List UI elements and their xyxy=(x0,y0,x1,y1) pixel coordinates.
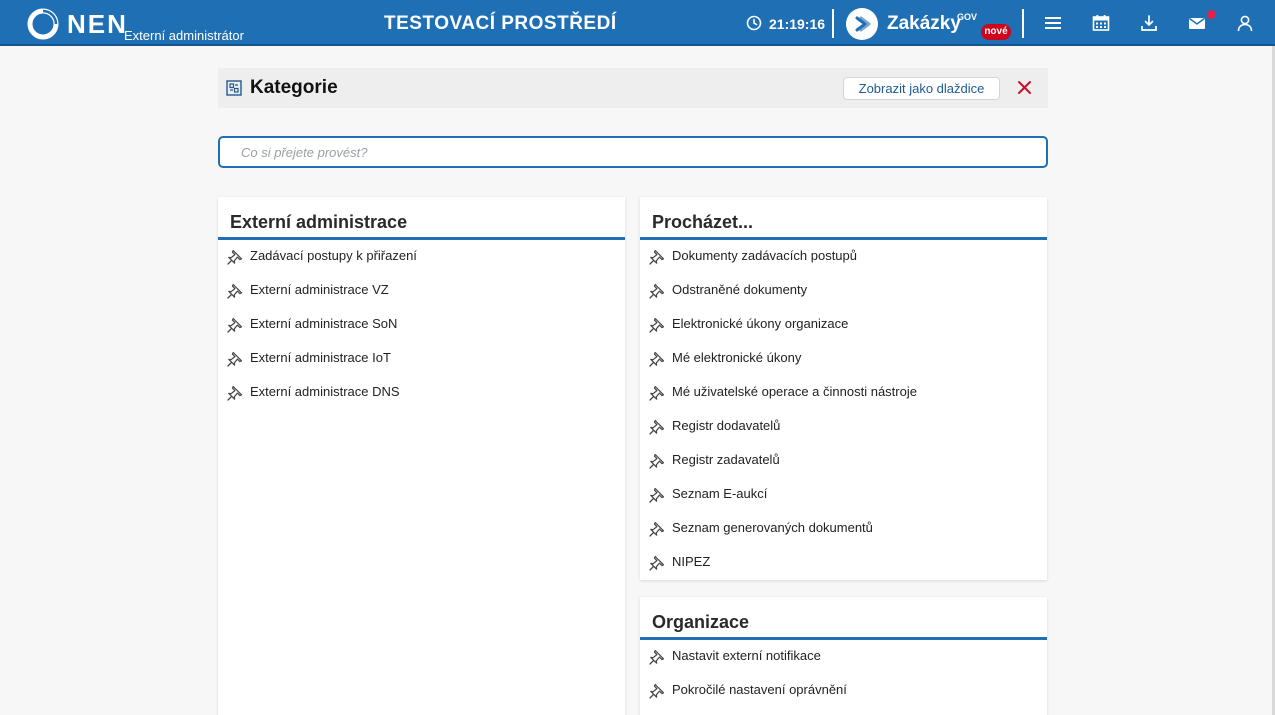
list-item[interactable]: Elektronické úkony organizace xyxy=(640,309,1047,339)
pin-icon[interactable] xyxy=(227,351,243,367)
list-item-label: Nastavit externí notifikace xyxy=(672,648,821,663)
list-item-label: Registr zadavatelů xyxy=(672,452,780,467)
list-item-label: Elektronické úkony organizace xyxy=(672,316,849,331)
pin-icon[interactable] xyxy=(649,317,665,333)
list-item-label: Seznam E-aukcí xyxy=(672,486,768,501)
section-title: Externí administrace xyxy=(230,212,408,232)
mail-icon[interactable] xyxy=(1188,14,1206,32)
list-item-label: Pokročilé nastavení oprávnění xyxy=(672,682,847,697)
pin-icon[interactable] xyxy=(649,683,665,699)
pin-icon[interactable] xyxy=(649,487,665,503)
list-item[interactable]: Odstraněné dokumenty xyxy=(640,275,1047,305)
list-item-label: Odstraněné dokumenty xyxy=(672,282,808,297)
category-icon xyxy=(226,80,242,96)
list-item-label: Externí administrace DNS xyxy=(250,384,400,399)
list-item[interactable]: Seznam E-aukcí xyxy=(640,479,1047,509)
section-title: Organizace xyxy=(652,612,750,632)
pin-icon[interactable] xyxy=(649,521,665,537)
page-header: Kategorie Zobrazit jako dlaždice xyxy=(218,68,1048,108)
environment-label: TESTOVACÍ PROSTŘEDÍ xyxy=(384,13,617,34)
list-item[interactable]: NIPEZ xyxy=(640,547,1047,577)
list-item-label: Externí administrace VZ xyxy=(250,282,389,297)
list-item[interactable]: Externí administrace IoT xyxy=(218,343,625,373)
list-item-label: Zadávací postupy k přiřazení xyxy=(250,248,417,263)
calendar-icon[interactable] xyxy=(1092,14,1110,32)
list-item[interactable]: Seznam generovaných dokumentů xyxy=(640,513,1047,543)
pin-icon[interactable] xyxy=(649,453,665,469)
list-item[interactable]: Dokumenty zadávacích postupů xyxy=(640,241,1047,271)
pin-icon[interactable] xyxy=(649,555,665,571)
pin-icon[interactable] xyxy=(649,249,665,265)
header-divider xyxy=(832,9,834,38)
session-time: 21:19:16 xyxy=(769,16,826,32)
new-badge: nové xyxy=(981,24,1011,40)
list-item-label: Registr dodavatelů xyxy=(672,418,781,433)
pin-icon[interactable] xyxy=(227,317,243,333)
list-item[interactable]: Externí administrace DNS xyxy=(218,377,625,407)
list-item[interactable]: Zadávací postupy k přiřazení xyxy=(218,241,625,271)
pin-icon[interactable] xyxy=(649,419,665,435)
list-item[interactable]: Registr dodavatelů xyxy=(640,411,1047,441)
pin-icon[interactable] xyxy=(649,351,665,367)
zakazky-link[interactable]: Zakázky xyxy=(887,12,961,36)
list-item-label: Mé elektronické úkony xyxy=(672,350,802,365)
section-title: Procházet... xyxy=(652,212,754,232)
list-item-label: Seznam generovaných dokumentů xyxy=(672,520,873,535)
section-rule xyxy=(640,237,1047,240)
pin-icon[interactable] xyxy=(649,649,665,665)
pin-icon[interactable] xyxy=(227,249,243,265)
section-browse: Procházet... Dokumenty zadávacích postup… xyxy=(640,197,1047,580)
list-item[interactable]: Externí administrace SoN xyxy=(218,309,625,339)
user-icon[interactable] xyxy=(1236,14,1254,32)
list-item[interactable]: Mé uživatelské operace a činnosti nástro… xyxy=(640,377,1047,407)
list-item[interactable]: Pokročilé nastavení oprávnění xyxy=(640,675,1047,705)
pin-icon[interactable] xyxy=(227,385,243,401)
list-item-label: Externí administrace IoT xyxy=(250,350,391,365)
user-role: Externí administrátor xyxy=(124,28,244,43)
header-divider xyxy=(1022,9,1024,38)
page-title: Kategorie xyxy=(250,77,338,98)
notification-dot xyxy=(1207,10,1216,19)
list-item-label: Externí administrace SoN xyxy=(250,316,398,331)
list-item[interactable]: Mé elektronické úkony xyxy=(640,343,1047,373)
clock-icon xyxy=(746,15,762,31)
top-bar: NEN Externí administrátor TESTOVACÍ PROS… xyxy=(0,0,1275,46)
search-input[interactable] xyxy=(218,136,1048,168)
section-external-administration: Externí administrace Zadávací postupy k … xyxy=(218,197,625,715)
zakazky-logo-icon[interactable] xyxy=(846,8,878,40)
brand-name[interactable]: NEN xyxy=(67,8,128,40)
zakazky-gov-label: GOV xyxy=(957,12,978,22)
list-item[interactable]: Nastavit externí notifikace xyxy=(640,641,1047,671)
pin-icon[interactable] xyxy=(649,283,665,299)
pin-icon[interactable] xyxy=(649,385,665,401)
pin-icon[interactable] xyxy=(227,283,243,299)
download-icon[interactable] xyxy=(1140,14,1158,32)
section-rule xyxy=(218,237,625,240)
list-item[interactable]: Externí administrace VZ xyxy=(218,275,625,305)
close-icon[interactable] xyxy=(1017,80,1032,95)
list-item-label: Dokumenty zadávacích postupů xyxy=(672,248,857,263)
section-rule xyxy=(640,637,1047,640)
section-organization: Organizace Nastavit externí notifikace Po… xyxy=(640,597,1047,715)
show-as-tiles-button[interactable]: Zobrazit jako dlaždice xyxy=(843,77,1000,100)
list-item[interactable]: Registr zadavatelů xyxy=(640,445,1047,475)
list-item-label: NIPEZ xyxy=(672,554,711,569)
menu-icon[interactable] xyxy=(1044,14,1062,32)
nen-logo-icon[interactable] xyxy=(27,8,59,40)
list-item-label: Mé uživatelské operace a činnosti nástro… xyxy=(672,384,917,399)
